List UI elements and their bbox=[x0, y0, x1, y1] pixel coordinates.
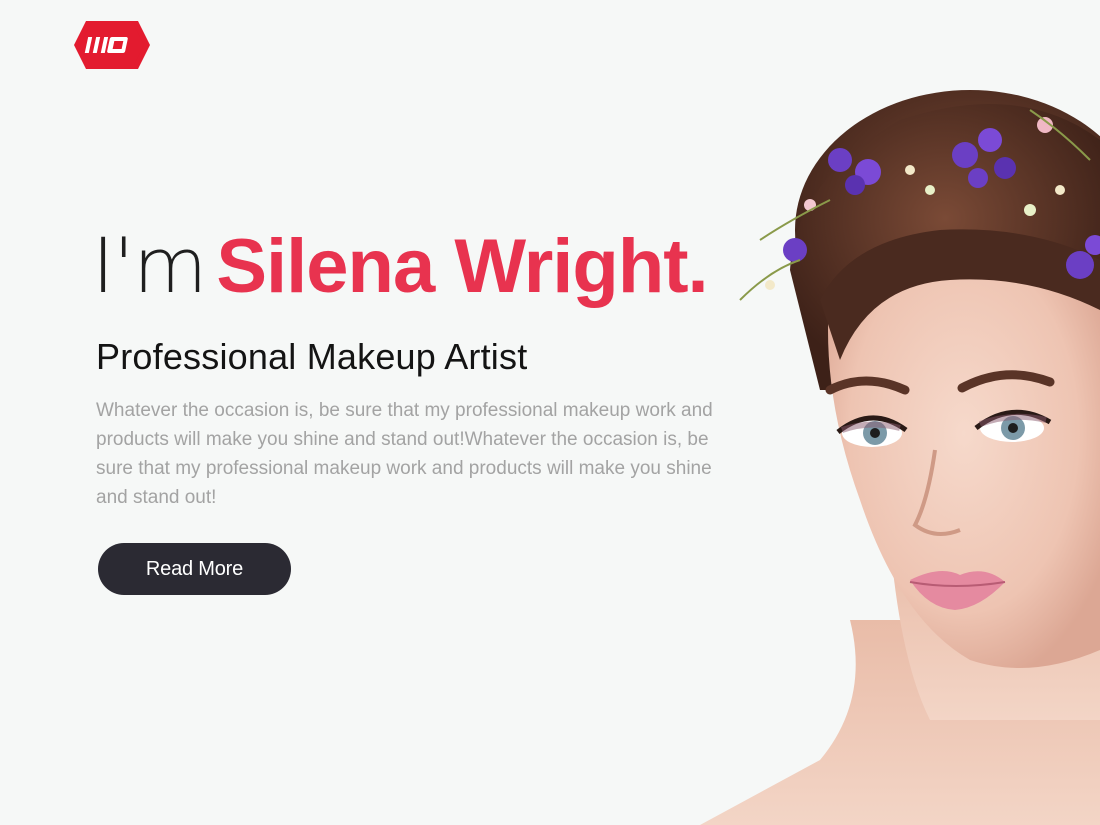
hero-description: Whatever the occasion is, be sure that m… bbox=[96, 400, 713, 508]
hero-subtitle: Professional Makeup Artist bbox=[96, 336, 528, 377]
logo-icon bbox=[74, 21, 150, 69]
hero-title-prefix: I'm bbox=[92, 221, 207, 310]
hero-title: I'm Silena Wright. bbox=[92, 228, 709, 305]
hero-portrait bbox=[700, 60, 1100, 825]
read-more-button[interactable]: Read More bbox=[98, 543, 291, 595]
brand-logo[interactable] bbox=[72, 19, 152, 71]
hero-title-name: Silena Wright. bbox=[216, 224, 708, 309]
